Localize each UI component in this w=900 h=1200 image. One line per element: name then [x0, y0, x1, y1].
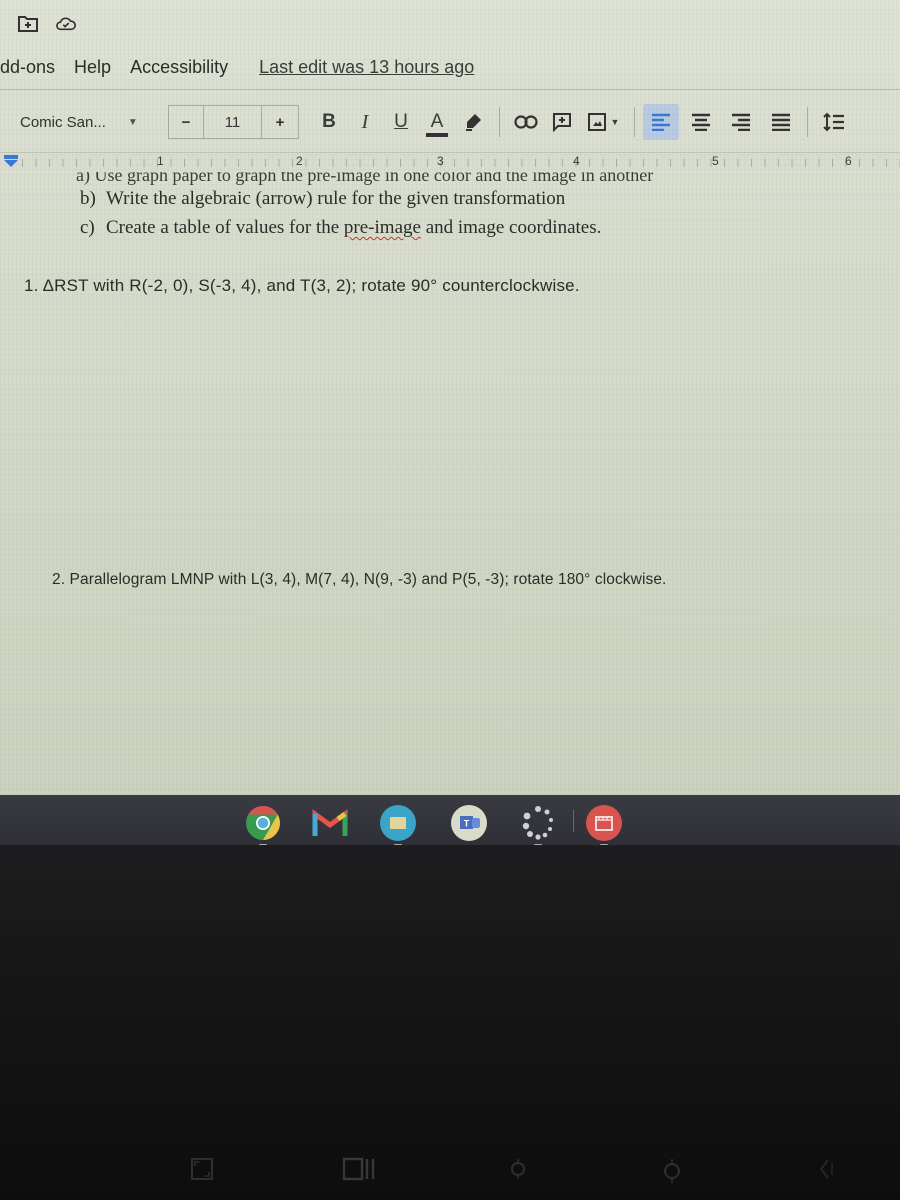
loading-spinner-icon — [522, 806, 553, 840]
instruction-c-label: c) — [80, 217, 95, 238]
screen-recorder-icon — [586, 805, 622, 841]
teams-icon: T — [451, 805, 487, 841]
screen: dd-ons Help Accessibility Last edit was … — [0, 0, 900, 795]
brightness-up-key-icon — [664, 1159, 680, 1183]
chrome-icon — [246, 806, 280, 840]
instruction-c: c) Create a table of values for the pre-… — [80, 217, 602, 239]
instruction-b: b) Write the algebraic (arrow) rule for … — [80, 188, 566, 210]
svg-text:T: T — [464, 819, 470, 829]
laptop-bezel — [0, 845, 900, 1200]
instruction-b-label: b) — [80, 188, 96, 209]
shelf-app-teams[interactable]: T — [449, 803, 489, 843]
shelf: T — [0, 795, 900, 846]
files-icon — [380, 805, 416, 841]
instruction-a: a) Use graph paper to graph the pre-imag… — [76, 165, 654, 185]
mute-key-icon — [819, 1159, 833, 1179]
fullscreen-key-icon — [191, 1158, 213, 1180]
shelf-app-chrome[interactable] — [243, 803, 283, 846]
shelf-app-launcher[interactable] — [518, 803, 558, 846]
document-body[interactable]: a) Use graph paper to graph the pre-imag… — [0, 0, 900, 795]
problem-2: 2. Parallelogram LMNP with L(3, 4), M(7,… — [52, 571, 667, 588]
shelf-separator — [573, 810, 574, 832]
instruction-b-text: Write the algebraic (arrow) rule for the… — [106, 188, 566, 209]
instruction-c-text: and image coordinates. — [420, 217, 602, 238]
shelf-app-files[interactable] — [378, 803, 418, 846]
shelf-app-screen-recorder[interactable] — [584, 803, 624, 846]
overview-key-icon — [342, 1157, 375, 1181]
spellcheck-word[interactable]: pre-image — [344, 217, 421, 238]
brightness-down-key-icon — [511, 1159, 525, 1179]
problem-1: 1. ΔRST with R(-2, 0), S(-3, 4), and T(3… — [24, 276, 580, 295]
instruction-c-text: Create a table of values for the — [106, 217, 344, 238]
gmail-icon — [312, 809, 348, 836]
shelf-app-gmail[interactable] — [310, 803, 350, 843]
